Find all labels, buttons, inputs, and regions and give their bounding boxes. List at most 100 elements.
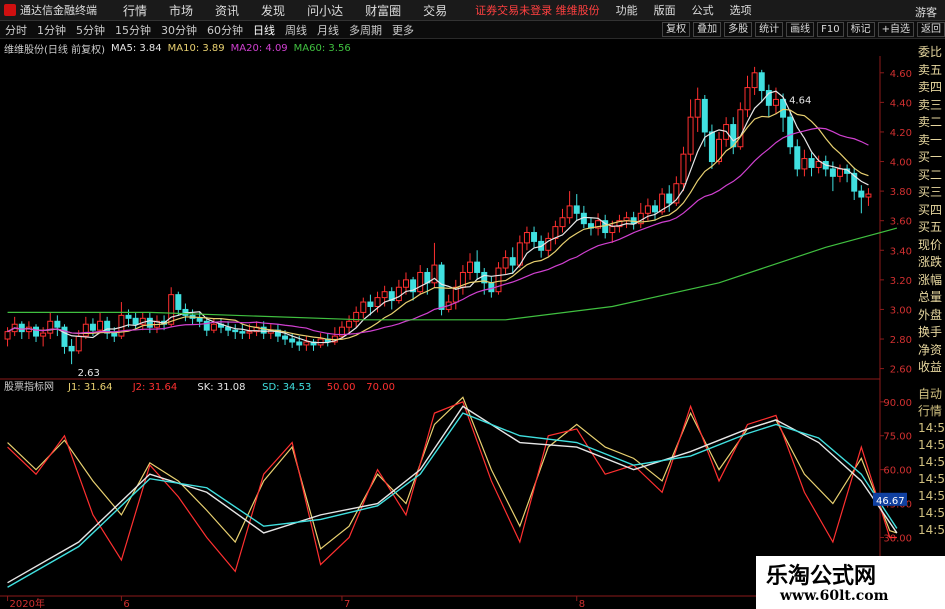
price-tick-label: 2.80: [890, 335, 912, 346]
candle-body: [33, 326, 40, 337]
time-axis-label: 2020年: [10, 597, 45, 609]
tick-side-panel: 自动 行情 14:50 14:50 14:50 14:50 14:50 14:5…: [918, 386, 945, 539]
candle-body: [531, 232, 538, 242]
candle-body: [132, 317, 139, 325]
candle-body: [758, 72, 765, 92]
candle-body: [4, 331, 11, 340]
candle-body: [701, 98, 708, 133]
side-label: 买一: [918, 150, 943, 164]
candle-body: [559, 217, 566, 228]
menu-function[interactable]: 功能: [616, 2, 638, 18]
ma60-line: [7, 227, 898, 321]
tab-5min[interactable]: 5分钟: [71, 22, 110, 38]
tab-more[interactable]: 更多: [387, 22, 419, 38]
candle-body: [118, 314, 125, 337]
candle-body: [381, 291, 388, 299]
candle-body: [246, 331, 253, 334]
guest-label[interactable]: 游客: [915, 4, 937, 20]
candle-body: [97, 320, 104, 331]
side-label: 总量: [918, 290, 943, 304]
price-annotation: 2.63: [78, 368, 100, 379]
side-label: 涨幅: [918, 272, 943, 287]
tab-weekly[interactable]: 周线: [280, 22, 312, 38]
candle-body: [865, 193, 872, 198]
app-title: 通达信金融终端: [20, 4, 97, 17]
side-label: 卖三: [918, 97, 943, 112]
side-label[interactable]: 行情: [918, 403, 945, 420]
login-warning[interactable]: 证券交易未登录 维维股份: [475, 2, 600, 18]
tick-time: 14:50: [918, 455, 945, 469]
candle-body: [808, 158, 815, 168]
chart-area[interactable]: 2.60 2.80 3.00 3.20 3.40 3.60 3.80 4.00 4.20 4.40…: [0, 56, 918, 609]
candle-body: [18, 323, 25, 333]
tab-1min[interactable]: 1分钟: [32, 22, 71, 38]
price-tick-label: 3.20: [890, 276, 912, 287]
tab-30min[interactable]: 30分钟: [156, 22, 202, 38]
indicator-title: 股票指标网: [4, 380, 54, 393]
quote-side-panel: 委比 卖五 卖四 卖三 卖二 卖一 买一 买二 买三 买四 买五 现价 涨跌 涨…: [918, 44, 945, 377]
candle-body: [68, 345, 75, 352]
candle-body: [858, 190, 865, 198]
tab-15min[interactable]: 15分钟: [110, 22, 156, 38]
candle-body: [573, 205, 580, 214]
overlay-button[interactable]: 叠加: [693, 22, 722, 37]
main-legend: 维维股份(日线 前复权) MA5: 3.84 MA10: 3.89 MA20: …: [0, 40, 945, 56]
legend-ma60: MA60: 3.56: [293, 42, 351, 54]
indicator-legend: 70.00: [366, 382, 395, 393]
menu-news[interactable]: 资讯: [215, 2, 239, 19]
candle-body: [666, 193, 673, 204]
tab-intraday[interactable]: 分时: [0, 22, 32, 38]
tab-daily[interactable]: 日线: [248, 22, 280, 38]
tab-multi-period[interactable]: 多周期: [344, 22, 387, 38]
candle-body: [652, 205, 658, 213]
indicator-legend: 50.00: [327, 382, 356, 393]
side-label: 涨跌: [918, 255, 943, 269]
menu-market[interactable]: 市场: [169, 2, 193, 19]
menu-options[interactable]: 选项: [730, 2, 752, 18]
add-watchlist-button[interactable]: +自选: [877, 22, 914, 37]
side-label: 外盘: [918, 307, 943, 322]
tick-time: 14:50: [918, 421, 945, 435]
stock-title: 维维股份(日线 前复权): [4, 44, 105, 56]
watermark: 乐淘公式网 www.60lt.com: [756, 556, 945, 609]
f10-button[interactable]: F10: [817, 22, 844, 37]
indicator-legend: J1: 31.64: [67, 382, 113, 393]
candle-body: [111, 332, 118, 337]
mark-button[interactable]: 标记: [846, 22, 875, 37]
menu-ask[interactable]: 问小达: [307, 2, 343, 19]
candle-body: [125, 314, 132, 319]
menu-layout[interactable]: 版面: [654, 2, 676, 18]
candle-body: [794, 146, 801, 170]
statistics-button[interactable]: 统计: [755, 22, 784, 37]
draw-line-button[interactable]: 画线: [786, 22, 815, 37]
time-axis-label: 6: [123, 599, 129, 609]
candle-body: [680, 153, 687, 185]
multi-stock-button[interactable]: 多股: [724, 22, 753, 37]
tab-monthly[interactable]: 月线: [312, 22, 344, 38]
candle-body: [609, 226, 616, 234]
candle-body: [296, 341, 303, 346]
price-tick-label: 2.60: [890, 365, 912, 376]
restore-rights-button[interactable]: 复权: [662, 22, 691, 37]
tick-time: 14:50: [918, 472, 945, 486]
candle-body: [175, 294, 182, 310]
side-label: 卖四: [918, 80, 943, 94]
candle-body: [829, 168, 836, 177]
back-button[interactable]: 返回: [917, 22, 945, 37]
menu-formula[interactable]: 公式: [692, 2, 714, 18]
menu-quotes[interactable]: 行情: [123, 2, 147, 19]
watermark-url: www.60lt.com: [780, 588, 889, 604]
side-label[interactable]: 自动: [918, 386, 945, 403]
candle-body: [417, 271, 424, 293]
candle-body: [509, 257, 516, 266]
candle-body: [146, 317, 153, 328]
tab-60min[interactable]: 60分钟: [202, 22, 248, 38]
candle-body: [836, 168, 843, 177]
menu-trade[interactable]: 交易: [423, 2, 447, 19]
menu-wealth[interactable]: 财富圈: [365, 2, 401, 19]
price-tick-label: 4.60: [890, 69, 912, 80]
period-tab-bar: 分时 1分钟 5分钟 15分钟 30分钟 60分钟 日线 周线 月线 多周期 更…: [0, 21, 945, 39]
menu-discover[interactable]: 发现: [261, 2, 285, 19]
candle-body: [168, 294, 175, 325]
indicator-legend: J2: 31.64: [132, 382, 178, 393]
